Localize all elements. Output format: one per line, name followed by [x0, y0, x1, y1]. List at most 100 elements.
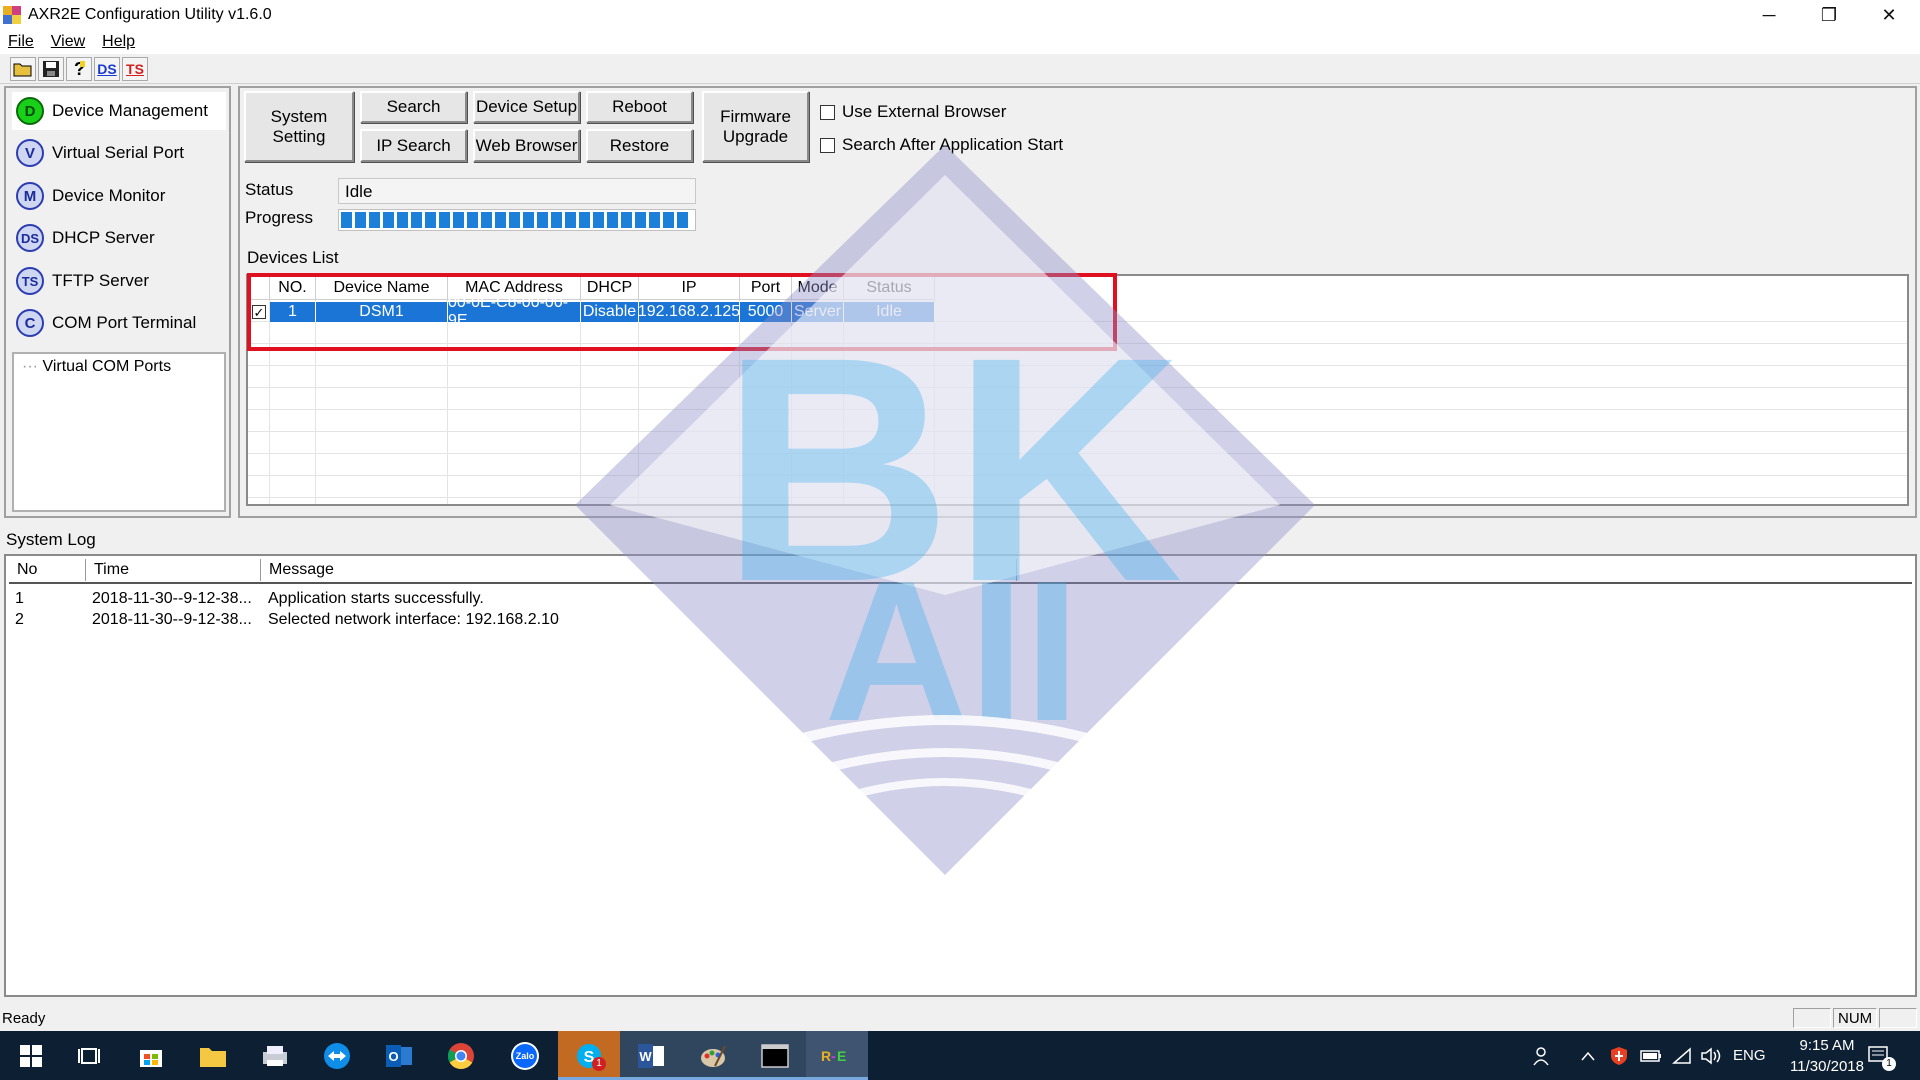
file-explorer-icon[interactable] — [182, 1031, 244, 1080]
column-header-port[interactable]: Port — [740, 276, 792, 300]
language-indicator[interactable]: ENG — [1733, 1031, 1766, 1080]
progress-segment — [621, 212, 632, 228]
ip-search-button[interactable]: IP Search — [360, 129, 467, 162]
ds-icon[interactable]: DS — [94, 56, 120, 81]
outlook-icon[interactable]: O — [368, 1031, 430, 1080]
taskbar: O Zalo S 1 W R-E ENG 9:15 AM 11/30/2018 … — [0, 1031, 1920, 1080]
search-after-start-checkbox[interactable] — [820, 137, 835, 153]
device-setup-button[interactable]: Device Setup — [473, 91, 580, 123]
progress-segment — [579, 212, 590, 228]
search-after-start-option[interactable]: Search After Application Start — [820, 135, 1063, 155]
help-icon[interactable]: ? — [66, 56, 92, 81]
menu-bar: File View Help — [0, 30, 1920, 54]
left-navigation: D Device Management V Virtual Serial Por… — [4, 86, 231, 518]
column-header-check[interactable] — [248, 276, 270, 300]
minimize-button[interactable]: ─ — [1740, 0, 1798, 30]
column-header-ip[interactable]: IP — [639, 276, 740, 300]
progress-segment — [523, 212, 534, 228]
log-column-no[interactable]: No — [9, 559, 86, 581]
column-header-device-name[interactable]: Device Name — [316, 276, 448, 300]
log-no: 1 — [15, 590, 24, 607]
close-button[interactable]: ✕ — [1860, 0, 1918, 30]
reboot-button[interactable]: Reboot — [586, 91, 693, 123]
progress-segment — [369, 212, 380, 228]
nav-label: Device Management — [52, 101, 208, 120]
log-column-message[interactable]: Message — [261, 559, 1017, 581]
progress-segment — [355, 212, 366, 228]
antivirus-shield-icon[interactable] — [1610, 1031, 1628, 1080]
open-folder-icon[interactable] — [10, 56, 36, 81]
nav-dhcp-server[interactable]: DS DHCP Server — [12, 219, 226, 257]
chevron-up-icon[interactable] — [1580, 1031, 1596, 1080]
menu-help[interactable]: Help — [102, 33, 135, 51]
task-view-icon[interactable] — [58, 1031, 120, 1080]
use-external-browser-label: Use External Browser — [842, 102, 1007, 121]
status-label: Status — [245, 180, 294, 199]
start-icon[interactable] — [0, 1031, 62, 1080]
restore-button[interactable]: ❐ — [1800, 0, 1858, 30]
nav-label: DHCP Server — [52, 228, 155, 247]
store-icon[interactable] — [120, 1031, 182, 1080]
progress-bar — [338, 209, 696, 231]
nav-label: TFTP Server — [52, 271, 149, 290]
toolbar: ? DS TS — [0, 54, 1920, 84]
cell-dhcp: Disable — [581, 302, 639, 322]
cell-mac-address: 00-0E-C8-00-00-9E — [448, 294, 581, 329]
menu-file[interactable]: File — [8, 33, 34, 51]
nav-virtual-serial-port[interactable]: V Virtual Serial Port — [12, 134, 226, 172]
battery-icon[interactable] — [1640, 1031, 1662, 1080]
progress-segment — [397, 212, 408, 228]
nav-tftp-server[interactable]: TS TFTP Server — [12, 262, 226, 300]
progress-segment — [341, 212, 352, 228]
status-bar-text: Ready — [2, 1009, 46, 1027]
status-value: Idle — [338, 178, 696, 204]
zalo-icon[interactable]: Zalo — [494, 1031, 556, 1080]
chrome-icon[interactable] — [430, 1031, 492, 1080]
volume-icon[interactable] — [1700, 1031, 1722, 1080]
grid-row-line — [248, 388, 1907, 410]
people-icon[interactable] — [1532, 1031, 1554, 1080]
ts-icon[interactable]: TS — [122, 56, 148, 81]
use-external-browser-option[interactable]: Use External Browser — [820, 102, 1006, 122]
tftp-server-icon: TS — [16, 267, 44, 295]
teamviewer-icon[interactable] — [306, 1031, 368, 1080]
search-button[interactable]: Search — [360, 91, 467, 123]
paint-icon[interactable] — [682, 1031, 744, 1080]
printer-app-icon[interactable] — [244, 1031, 306, 1080]
window-title: AXR2E Configuration Utility v1.6.0 — [28, 6, 272, 23]
tree-item-virtual-com-ports[interactable]: Virtual COM Ports — [42, 358, 171, 375]
status-pane-num: NUM — [1833, 1008, 1877, 1028]
device-monitor-icon: M — [16, 182, 44, 210]
restore-button[interactable]: Restore — [586, 129, 693, 162]
terminal-icon[interactable] — [744, 1031, 806, 1080]
column-header-dhcp[interactable]: DHCP — [581, 276, 639, 300]
action-center-icon[interactable]: 1 — [1868, 1031, 1896, 1080]
progress-segment — [439, 212, 450, 228]
axr2e-app-icon[interactable]: R-E — [806, 1031, 868, 1080]
word-icon[interactable]: W — [620, 1031, 682, 1080]
skype-icon[interactable]: S 1 — [558, 1031, 620, 1080]
log-column-time[interactable]: Time — [86, 559, 261, 581]
nav-device-management[interactable]: D Device Management — [12, 92, 226, 130]
progress-segment — [383, 212, 394, 228]
column-header-status[interactable]: Status — [844, 276, 935, 300]
taskbar-clock[interactable]: 9:15 AM 11/30/2018 — [1790, 1035, 1864, 1077]
grid-row-line — [248, 410, 1907, 432]
com-port-terminal-icon: C — [16, 309, 44, 337]
virtual-com-tree: ··· Virtual COM Ports — [12, 352, 226, 512]
wifi-icon[interactable] — [1672, 1031, 1692, 1080]
row-checkbox[interactable]: ✓ — [252, 305, 266, 319]
zalo-label: Zalo — [515, 1050, 535, 1061]
menu-view[interactable]: View — [51, 33, 85, 51]
web-browser-button[interactable]: Web Browser — [473, 129, 580, 162]
firmware-upgrade-button[interactable]: Firmware Upgrade — [702, 91, 809, 162]
column-header-mode[interactable]: Mode — [792, 276, 844, 300]
progress-segment — [635, 212, 646, 228]
system-setting-button[interactable]: System Setting — [244, 91, 354, 162]
progress-segment — [565, 212, 576, 228]
save-icon[interactable] — [38, 56, 64, 81]
use-external-browser-checkbox[interactable] — [820, 104, 835, 120]
column-header-no[interactable]: NO. — [270, 276, 316, 300]
nav-device-monitor[interactable]: M Device Monitor — [12, 177, 226, 215]
nav-com-port-terminal[interactable]: C COM Port Terminal — [12, 304, 226, 342]
